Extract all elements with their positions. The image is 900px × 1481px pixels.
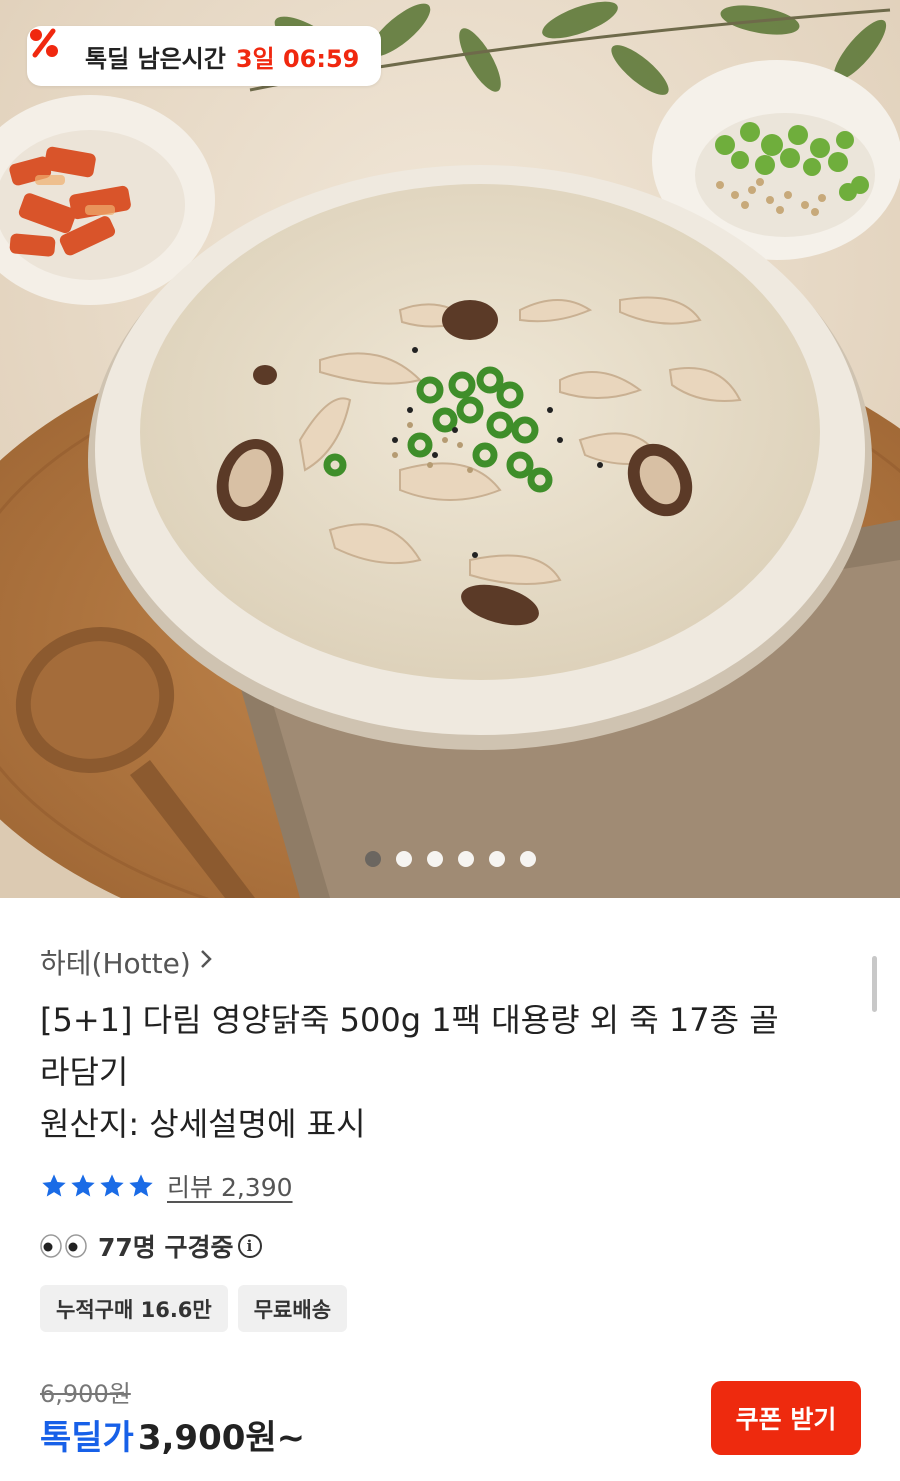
brand-name: 하테(Hotte) bbox=[40, 947, 191, 980]
rating-row[interactable]: 리뷰 2,390 bbox=[40, 1168, 293, 1204]
get-coupon-button[interactable]: 쿠폰 받기 bbox=[711, 1381, 861, 1455]
product-title: [5+1] 다림 영양닭죽 500g 1팩 대용량 외 죽 17종 골라담기 bbox=[40, 1001, 779, 1091]
carousel-dot[interactable] bbox=[519, 851, 536, 867]
deal-timer-time: 3일 06:59 bbox=[235, 44, 360, 73]
review-count-link[interactable]: 리뷰 2,390 bbox=[167, 1168, 293, 1204]
tag-cumulative-purchases: 누적구매 16.6만 bbox=[40, 1285, 228, 1332]
star-icon bbox=[71, 1174, 95, 1197]
deal-price-value: 3,900원~ bbox=[137, 1418, 306, 1458]
chevron-right-icon bbox=[199, 947, 213, 977]
eyes-icon bbox=[40, 1233, 88, 1259]
product-origin: 원산지: 상세설명에 표시 bbox=[40, 1105, 366, 1143]
brand-link[interactable]: 하테(Hotte) bbox=[40, 942, 213, 982]
carousel-dot[interactable] bbox=[364, 851, 381, 867]
deal-price: 톡딜가 3,900원~ bbox=[40, 1410, 305, 1459]
viewing-count-text: 77명 구경중 bbox=[98, 1233, 234, 1262]
carousel-dot[interactable] bbox=[457, 851, 474, 867]
product-tags: 누적구매 16.6만 무료배송 bbox=[40, 1285, 348, 1332]
star-rating bbox=[40, 1172, 155, 1200]
info-icon[interactable]: i bbox=[237, 1234, 262, 1258]
original-price: 6,900원 bbox=[40, 1380, 131, 1408]
carousel-dot[interactable] bbox=[426, 851, 443, 867]
carousel-dot[interactable] bbox=[488, 851, 505, 867]
product-image-carousel[interactable]: 톡딜 남은시간 3일 06:59 bbox=[0, 0, 900, 898]
carousel-indicator bbox=[0, 851, 900, 867]
deal-timer-label: 톡딜 남은시간 bbox=[85, 44, 226, 73]
deal-timer-badge: 톡딜 남은시간 3일 06:59 bbox=[27, 26, 382, 86]
star-icon bbox=[42, 1174, 66, 1197]
carousel-dot[interactable] bbox=[395, 851, 412, 867]
viewing-count: 77명 구경중 i bbox=[40, 1228, 262, 1264]
product-photo bbox=[0, 0, 900, 898]
scrollbar[interactable] bbox=[872, 956, 877, 1012]
percent-icon bbox=[30, 28, 75, 73]
star-icon bbox=[129, 1174, 153, 1197]
deal-price-label: 톡딜가 bbox=[40, 1418, 134, 1458]
tag-free-shipping: 무료배송 bbox=[237, 1285, 348, 1332]
star-icon bbox=[100, 1174, 124, 1197]
